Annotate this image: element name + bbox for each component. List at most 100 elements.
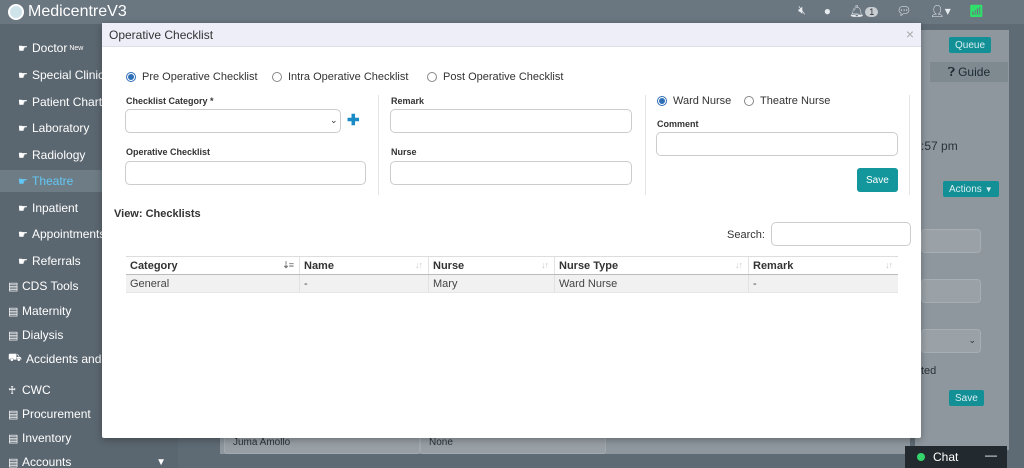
background-field[interactable]	[921, 229, 981, 253]
column-header-nurse-type[interactable]: Nurse Type ↓↑	[555, 257, 749, 274]
operative-checklist-input[interactable]	[125, 161, 366, 185]
radio-ward-nurse[interactable]: Ward Nurse	[657, 95, 731, 107]
save-button[interactable]: Save	[857, 168, 898, 192]
background-time-text: :57 pm	[921, 139, 958, 153]
hand-pointer-icon: ☛	[18, 96, 28, 109]
column-header-remark[interactable]: Remark ↓↑	[749, 257, 898, 274]
radio-theatre-nurse[interactable]: Theatre Nurse	[744, 95, 830, 107]
chat-label: Chat	[933, 450, 959, 464]
hand-pointer-icon: ☛	[18, 175, 28, 188]
queue-button[interactable]: Queue	[949, 37, 992, 53]
notification-badge: 1	[865, 6, 879, 17]
wifi-icon: 📶︎	[968, 3, 984, 18]
sort-icon: ↓↑	[541, 260, 549, 270]
cell-nurse: Mary	[429, 275, 555, 292]
table-row[interactable]: General - Mary Ward Nurse -	[126, 275, 898, 293]
mic-off-icon[interactable]: 🔇︎	[798, 3, 806, 18]
hand-pointer-icon: ☛	[18, 122, 28, 135]
hand-pointer-icon: ☛	[18, 228, 28, 241]
brand-name: MedicentreV3	[28, 3, 127, 20]
operative-checklist-label: Operative Checklist	[126, 147, 211, 157]
child-icon: ♰	[8, 384, 17, 397]
hand-pointer-icon: ☛	[18, 42, 28, 55]
remark-label: Remark	[391, 96, 425, 106]
search-label: Search:	[727, 229, 765, 241]
tab-post-operative[interactable]: Post Operative Checklist	[427, 71, 563, 83]
radio-unchecked-icon	[427, 72, 437, 82]
search-input[interactable]	[771, 222, 911, 246]
clipboard-icon: ▤	[8, 305, 19, 318]
background-ted-text: ted	[921, 365, 937, 377]
tab-pre-operative[interactable]: Pre Operative Checklist	[126, 71, 258, 83]
radio-unchecked-icon	[272, 72, 282, 82]
divider	[378, 95, 379, 195]
online-status-icon	[917, 453, 925, 461]
operative-checklist-modal: Operative Checklist × Pre Operative Chec…	[102, 23, 921, 438]
cell-nurse-type: Ward Nurse	[555, 275, 749, 292]
clipboard-icon: ▤	[8, 280, 19, 293]
close-icon[interactable]: ×	[906, 26, 914, 42]
clipboard-icon: ▤	[8, 456, 19, 468]
nurse-input[interactable]	[390, 161, 632, 185]
ambulance-icon: ⛟	[8, 352, 22, 364]
actions-button[interactable]: Actions ▼	[943, 181, 999, 197]
clipboard-icon: ▤	[8, 408, 19, 421]
add-category-icon[interactable]: ✚	[347, 111, 360, 129]
top-icons: 🔇︎ ● 🔔︎ 1 💬︎ 👤︎▾ 📶︎	[798, 3, 984, 18]
modal-header: Operative Checklist ×	[102, 23, 921, 47]
background-field[interactable]	[921, 279, 981, 303]
remark-input[interactable]	[390, 109, 632, 133]
column-header-category[interactable]: Category ⇣≡	[126, 257, 300, 274]
hand-pointer-icon: ☛	[18, 149, 28, 162]
view-checklists-title: View: Checklists	[114, 208, 201, 220]
background-select[interactable]: ⌄	[921, 329, 981, 353]
background-save-button[interactable]: Save	[949, 390, 984, 406]
radio-checked-icon	[657, 96, 667, 106]
comment-label: Comment	[657, 119, 699, 129]
modal-title: Operative Checklist	[109, 28, 214, 42]
cell-name: -	[300, 275, 429, 292]
bell-icon[interactable]: 🔔︎ 1	[849, 4, 879, 18]
hand-pointer-icon: ☛	[18, 255, 28, 268]
sort-icon: ↓↑	[885, 260, 893, 270]
minimize-icon[interactable]: —	[985, 448, 997, 462]
table-header: Category ⇣≡ Name ↓↑ Nurse ↓↑ Nurse Type ↓↑ R…	[126, 256, 898, 275]
logo-icon	[8, 4, 24, 20]
sidebar-item-accounts[interactable]: ▤ Accounts ▼	[0, 451, 178, 468]
radio-checked-icon	[126, 72, 136, 82]
sort-asc-icon: ⇣≡	[282, 260, 294, 270]
column-header-name[interactable]: Name ↓↑	[300, 257, 429, 274]
new-badge: New	[69, 44, 84, 52]
radio-unchecked-icon	[744, 96, 754, 106]
nurse-label: Nurse	[391, 147, 417, 157]
clipboard-icon: ▤	[8, 432, 19, 445]
brand[interactable]: MedicentreV3	[8, 2, 127, 22]
sort-icon: ↓↑	[735, 260, 743, 270]
chat-bubbles-icon[interactable]: 💬︎	[896, 4, 911, 18]
guide-button[interactable]: ❓︎ Guide	[930, 62, 1008, 82]
chevron-down-icon: ⌄	[968, 335, 976, 345]
checklist-category-label: Checklist Category *	[126, 96, 214, 106]
caret-down-icon: ▼	[984, 184, 993, 194]
column-header-nurse[interactable]: Nurse ↓↑	[429, 257, 555, 274]
hand-pointer-icon: ☛	[18, 69, 28, 82]
user-circle-icon[interactable]: ●	[824, 4, 831, 18]
checklist-category-select[interactable]	[125, 109, 341, 133]
required-mark: *	[210, 96, 214, 106]
checklists-table: Category ⇣≡ Name ↓↑ Nurse ↓↑ Nurse Type ↓↑ R…	[126, 256, 898, 293]
top-navbar: MedicentreV3 🔇︎ ● 🔔︎ 1 💬︎ 👤︎▾ 📶︎	[0, 0, 1024, 24]
divider	[645, 95, 646, 195]
cell-remark: -	[753, 277, 757, 290]
divider	[909, 95, 910, 195]
question-icon: ❓︎	[947, 64, 956, 79]
cell-category: General	[126, 275, 300, 292]
hand-pointer-icon: ☛	[18, 202, 28, 215]
clipboard-icon: ▤	[8, 329, 19, 342]
tab-intra-operative[interactable]: Intra Operative Checklist	[272, 71, 408, 83]
chat-widget[interactable]: Chat —	[905, 446, 1007, 468]
comment-input[interactable]	[656, 132, 898, 156]
user-menu-icon[interactable]: 👤︎▾	[930, 4, 951, 18]
sort-icon: ↓↑	[415, 260, 423, 270]
chevron-down-icon: ▼	[156, 456, 166, 468]
chevron-down-icon: ⌄	[330, 115, 338, 125]
